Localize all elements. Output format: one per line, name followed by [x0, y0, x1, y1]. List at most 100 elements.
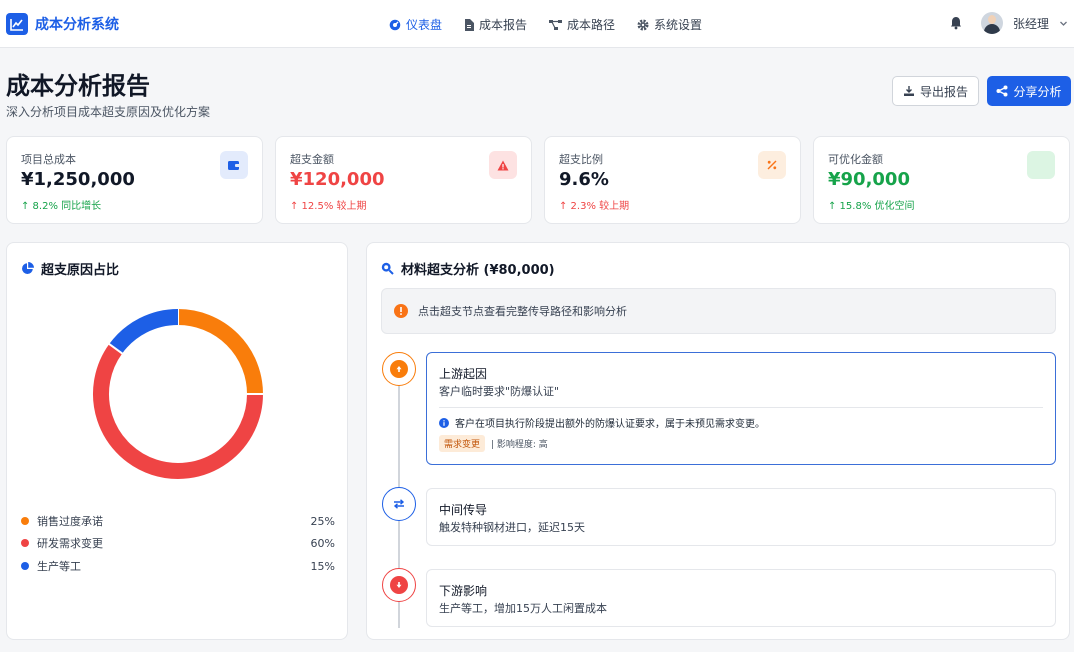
hint-text: 点击超支节点查看完整传导路径和影响分析	[418, 305, 627, 318]
material-overspend-panel: 材料超支分析 (¥80,000) 点击超支节点查看完整传导路径和影响分析 上游起…	[366, 242, 1070, 640]
app-title: 成本分析系统	[35, 17, 119, 33]
timeline-node-downstream[interactable]	[382, 568, 416, 602]
share-icon	[996, 85, 1008, 97]
legend-value: 15%	[310, 559, 335, 573]
page-title: 成本分析报告	[6, 72, 150, 100]
legend-dot	[21, 517, 29, 525]
step-detail-text: 客户在项目执行阶段提出额外的防爆认证要求，属于未预见需求变更。	[455, 419, 765, 430]
legend-label: 生产等工	[37, 560, 81, 573]
pie-chart-icon	[22, 262, 34, 274]
timeline-card-midstream[interactable]: 中间传导 触发特种钢材进口，延迟15天	[426, 488, 1056, 546]
dashboard-icon	[389, 19, 401, 30]
export-label: 导出报告	[919, 84, 968, 99]
divider	[439, 407, 1043, 408]
nav-label: 成本路径	[567, 18, 616, 32]
kpi-card-optimizable: 可优化金额 ¥90,000 ↑ 15.8% 优化空间	[813, 136, 1070, 224]
kpi-icon-box	[489, 151, 517, 179]
step-tags: 需求变更 | 影响程度: 高	[439, 435, 548, 452]
info-icon	[439, 417, 449, 428]
kpi-value: ¥120,000	[290, 169, 385, 190]
analysis-title: 材料超支分析 (¥80,000)	[401, 263, 555, 278]
kpi-icon-box	[1027, 151, 1055, 179]
page-subtitle: 深入分析项目成本超支原因及优化方案	[6, 105, 211, 119]
share-label: 分享分析	[1013, 84, 1062, 99]
legend-dot	[21, 562, 29, 570]
kpi-value: ¥1,250,000	[21, 169, 135, 190]
donut-title: 超支原因占比	[41, 263, 120, 278]
user-name[interactable]: 张经理	[1013, 15, 1049, 32]
nav-label: 系统设置	[654, 18, 703, 32]
kpi-card-overspend: 超支金额 ¥120,000 ↑ 12.5% 较上期	[275, 136, 532, 224]
step-desc: 触发特种钢材进口，延迟15天	[439, 521, 585, 534]
brand[interactable]: 成本分析系统	[6, 13, 119, 35]
impact-level: | 影响程度: 高	[491, 440, 548, 450]
panel-title: 超支原因占比	[21, 259, 119, 278]
document-icon	[465, 18, 475, 31]
step-detail: 客户在项目执行阶段提出额外的防爆认证要求，属于未预见需求变更。	[439, 415, 765, 430]
legend-value: 60%	[310, 536, 335, 550]
network-icon	[549, 19, 563, 30]
user-area: 张经理	[949, 12, 1068, 34]
nav-item-settings[interactable]: 系统设置	[637, 16, 702, 33]
export-report-button[interactable]: 导出报告	[892, 76, 979, 106]
download-icon	[903, 86, 914, 96]
avatar[interactable]	[980, 12, 1003, 34]
kpi-label: 超支比例	[559, 153, 603, 166]
panel-title: 材料超支分析 (¥80,000)	[381, 259, 555, 278]
main-nav: 仪表盘 成本报告 成本路径 系统设置	[389, 16, 702, 33]
step-title: 中间传导	[439, 503, 488, 517]
legend-item: 生产等工 15%	[21, 558, 335, 574]
kpi-card-total-cost: 项目总成本 ¥1,250,000 ↑ 8.2% 同比增长	[6, 136, 263, 224]
info-circle-icon	[394, 304, 408, 318]
chart-line-icon	[6, 13, 28, 35]
kpi-delta: ↑ 8.2% 同比增长	[21, 201, 102, 212]
category-tag: 需求变更	[439, 435, 486, 452]
warning-icon	[497, 160, 509, 170]
donut-slice-0[interactable]	[177, 309, 263, 395]
kpi-delta: ↑ 2.3% 较上期	[559, 201, 630, 212]
nav-label: 成本报告	[479, 18, 528, 32]
nav-item-dashboard[interactable]: 仪表盘	[389, 16, 442, 33]
step-title: 下游影响	[439, 584, 488, 598]
donut-slice-1[interactable]	[93, 344, 263, 479]
legend-value: 25%	[310, 514, 335, 528]
top-navbar: 成本分析系统 仪表盘 成本报告 成本路径 系统设置 张经理	[0, 0, 1074, 48]
hint-banner: 点击超支节点查看完整传导路径和影响分析	[381, 288, 1056, 334]
bell-icon[interactable]	[949, 16, 963, 30]
overspend-reasons-panel: 超支原因占比 销售过度承诺 25% 研发需求变更 60% 生产等工 15%	[6, 242, 348, 640]
timeline-node-midstream[interactable]	[382, 487, 416, 521]
arrow-down-icon	[396, 582, 402, 588]
kpi-label: 超支金额	[290, 153, 334, 166]
step-desc: 客户临时要求"防爆认证"	[439, 385, 560, 398]
arrow-up-icon	[396, 366, 402, 372]
legend-label: 研发需求变更	[37, 537, 103, 550]
timeline-card-upstream[interactable]: 上游起因 客户临时要求"防爆认证" 客户在项目执行阶段提出额外的防爆认证要求，属…	[426, 352, 1056, 465]
legend-label: 销售过度承诺	[37, 515, 103, 528]
kpi-value: 9.6%	[559, 169, 609, 190]
kpi-card-overspend-ratio: 超支比例 9.6% ↑ 2.3% 较上期	[544, 136, 801, 224]
nav-item-cost-path[interactable]: 成本路径	[549, 16, 615, 33]
nav-label: 仪表盘	[406, 18, 443, 32]
kpi-label: 项目总成本	[21, 153, 76, 166]
share-analysis-button[interactable]: 分享分析	[987, 76, 1071, 106]
timeline-node-upstream[interactable]	[382, 352, 416, 386]
nav-item-cost-report[interactable]: 成本报告	[464, 16, 527, 33]
kpi-icon-box	[220, 151, 248, 179]
donut-slice-2[interactable]	[109, 309, 179, 354]
search-analysis-icon	[381, 262, 394, 275]
step-desc: 生产等工，增加15万人工闲置成本	[439, 602, 607, 615]
exchange-icon	[393, 499, 405, 509]
kpi-label: 可优化金额	[828, 153, 883, 166]
legend-item: 销售过度承诺 25%	[21, 513, 335, 529]
step-title: 上游起因	[439, 367, 488, 381]
kpi-value: ¥90,000	[828, 169, 910, 190]
gear-icon	[637, 19, 649, 30]
percent-icon	[767, 160, 777, 170]
kpi-delta: ↑ 15.8% 优化空间	[828, 201, 915, 212]
kpi-delta: ↑ 12.5% 较上期	[290, 201, 367, 212]
legend-item: 研发需求变更 60%	[21, 535, 335, 551]
chevron-down-icon[interactable]	[1059, 19, 1068, 28]
wallet-icon	[228, 160, 240, 170]
timeline-card-downstream[interactable]: 下游影响 生产等工，增加15万人工闲置成本	[426, 569, 1056, 627]
kpi-icon-box	[758, 151, 786, 179]
